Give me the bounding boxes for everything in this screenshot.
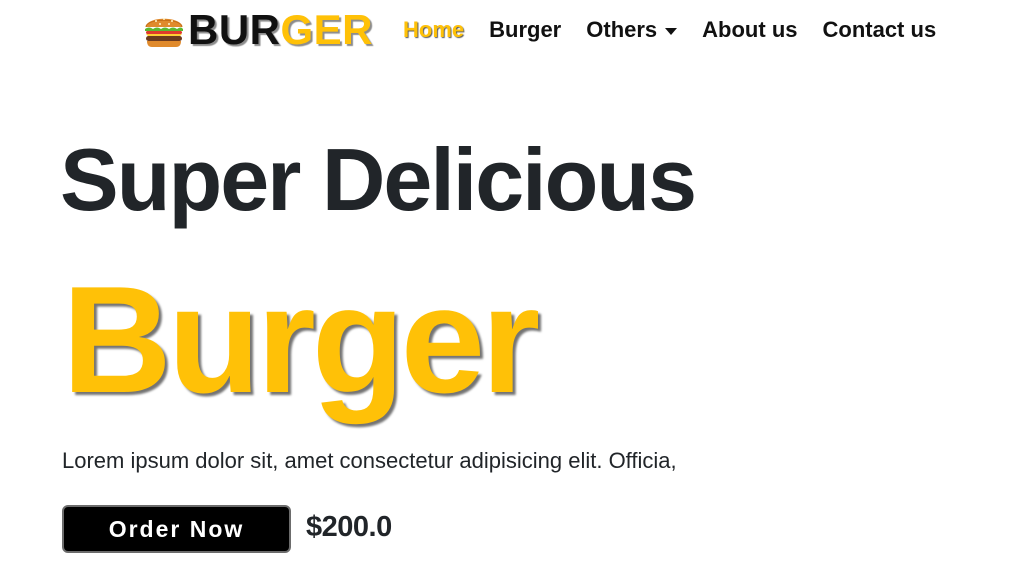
nav-link-contact[interactable]: Contact us [823,14,937,46]
nav-menu: Home Burger Others About us Contact us [403,14,936,46]
nav-dropdown-others[interactable]: Others [586,14,678,46]
hero-title: Super Delicious [60,130,697,229]
hero-description: Lorem ipsum dolor sit, amet consectetur … [62,448,677,473]
order-now-button[interactable]: Order Now [62,505,291,553]
page: BURGER Home Burger Others About us Conta… [0,0,1029,577]
nav-item-contact: Contact us [823,14,937,46]
nav-item-home: Home [403,14,464,46]
nav-link-home[interactable]: Home [403,14,464,46]
nav-item-about: About us [702,14,797,46]
nav-dropdown-others-label: Others [586,17,658,42]
nav-link-burger[interactable]: Burger [489,14,561,46]
hero-highlight: Burger [62,255,540,425]
brand-name-part1: BUR [188,6,281,53]
brand-name-part2: GER [280,6,374,53]
caret-down-icon [665,27,678,35]
navbar: BURGER Home Burger Others About us Conta… [0,0,1029,60]
nav-link-about[interactable]: About us [702,14,797,46]
nav-item-burger: Burger [489,14,561,46]
burger-icon [145,18,183,47]
nav-item-others: Others [586,14,678,46]
brand-name: BURGER [188,9,373,51]
brand-logo[interactable]: BURGER [142,6,373,54]
price-label: $200.0 [306,511,392,543]
